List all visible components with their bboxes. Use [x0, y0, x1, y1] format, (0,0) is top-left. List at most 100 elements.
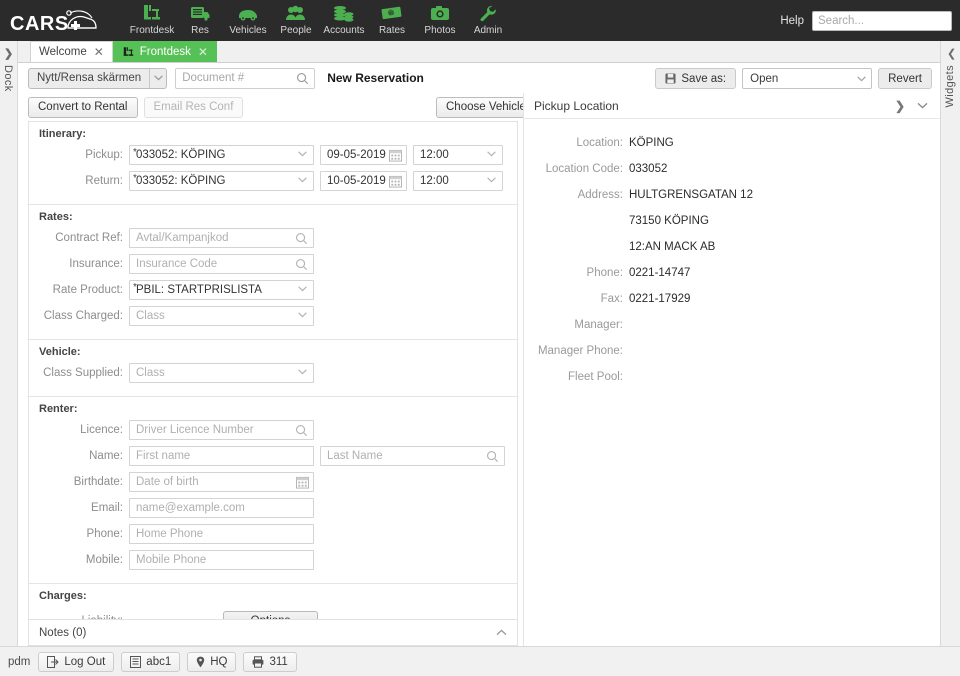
account-button[interactable]: abc1 — [121, 651, 181, 672]
nav-item-people[interactable]: People — [272, 0, 320, 41]
chevron-up-icon[interactable] — [496, 629, 507, 636]
new-clear-screen-button[interactable]: Nytt/Rensa skärmen — [28, 67, 168, 89]
dock-expand-icon[interactable]: ❯ — [4, 47, 13, 60]
content-area: Nytt/Rensa skärmen New Reservation Save … — [18, 63, 940, 646]
info-label: Manager Phone: — [537, 345, 623, 357]
chevron-right-icon[interactable]: ❯ — [895, 99, 905, 113]
save-as-status-select[interactable]: Open — [742, 68, 873, 89]
rate-product-select[interactable]: * PBIL: STARTPRISLISTA — [129, 280, 314, 300]
nav-item-frontdesk[interactable]: Frontdesk — [128, 0, 176, 41]
search-icon[interactable] — [486, 450, 499, 463]
printer-icon — [252, 655, 264, 668]
birthdate-label: Birthdate: — [73, 476, 123, 488]
info-row: Location: KÖPING — [524, 137, 940, 149]
pickup-location-details: Location: KÖPING Location Code: 033052 A… — [524, 119, 940, 383]
mobile-field[interactable]: Mobile Phone — [129, 550, 314, 570]
nav-item-admin[interactable]: Admin — [464, 0, 512, 41]
save-as-status-value: Open — [750, 72, 779, 85]
tab-frontdesk[interactable]: Frontdesk ✕ — [112, 41, 217, 62]
last-name-field[interactable]: Last Name — [320, 446, 505, 466]
widgets-rail[interactable]: ❮ Widgets — [940, 41, 960, 676]
help-link[interactable]: Help — [780, 15, 804, 27]
info-label: Location: — [576, 137, 623, 149]
dock-rail[interactable]: ❯ Dock — [0, 41, 18, 676]
close-icon[interactable]: ✕ — [94, 45, 104, 59]
insurance-field[interactable]: Insurance Code — [129, 254, 314, 274]
save-as-label: Save as: — [681, 72, 727, 85]
pickup-location-select[interactable]: * 033052: KÖPING — [129, 145, 314, 165]
chevron-down-icon — [857, 75, 866, 82]
calendar-icon[interactable] — [296, 476, 309, 489]
info-value: 033052 — [629, 163, 668, 175]
printer-button[interactable]: 311 — [243, 651, 297, 672]
pickup-location-title: Pickup Location — [534, 98, 619, 113]
required-marker: * — [133, 173, 137, 184]
info-label: Fax: — [600, 293, 623, 305]
nav-item-accounts[interactable]: Accounts — [320, 0, 368, 41]
search-icon[interactable] — [295, 424, 308, 437]
pickup-date-field[interactable]: 09-05-2019 — [320, 145, 407, 165]
licence-field[interactable]: Driver Licence Number — [129, 420, 314, 440]
search-icon[interactable] — [295, 258, 308, 271]
info-label: Location Code: — [545, 163, 623, 175]
email-res-conf-button[interactable]: Email Res Conf — [143, 96, 244, 118]
document-search-field[interactable] — [175, 67, 316, 89]
revert-button[interactable]: Revert — [878, 68, 932, 89]
class-supplied-select[interactable]: Class — [129, 363, 314, 383]
save-as-button[interactable]: Save as: — [655, 68, 737, 89]
email-field[interactable]: name@example.com — [129, 498, 314, 518]
car-icon — [236, 2, 260, 24]
tab-welcome[interactable]: Welcome ✕ — [30, 41, 113, 62]
class-charged-select[interactable]: Class — [129, 306, 314, 326]
calendar-icon[interactable] — [389, 149, 402, 162]
printer-label: 311 — [269, 655, 288, 668]
chevron-down-icon[interactable] — [149, 68, 166, 88]
nav-item-res[interactable]: Res — [176, 0, 224, 41]
contract-ref-row: Contract Ref: Avtal/Kampanjkod — [29, 227, 517, 249]
logout-button[interactable]: Log Out — [38, 651, 115, 672]
first-name-field[interactable]: First name — [129, 446, 314, 466]
cars-logo[interactable]: CARS — [0, 0, 110, 41]
pickup-label: Pickup: — [85, 149, 123, 161]
notes-label: Notes (0) — [39, 626, 87, 639]
phone-field[interactable]: Home Phone — [129, 524, 314, 544]
notes-bar[interactable]: Notes (0) — [28, 619, 518, 646]
pickup-time-select[interactable]: 12:00 — [413, 145, 503, 165]
reservation-form-panel: Itinerary: Pickup: * 033052: KÖPING 09-0… — [28, 121, 518, 646]
return-location-select[interactable]: * 033052: KÖPING — [129, 171, 314, 191]
phone-row: Phone: Home Phone — [29, 523, 517, 545]
close-icon[interactable]: ✕ — [198, 45, 208, 59]
convert-to-rental-button[interactable]: Convert to Rental — [28, 96, 138, 118]
logout-icon — [47, 655, 60, 668]
frontdesk-icon — [122, 46, 135, 58]
return-date-value: 10-05-2019 — [327, 175, 386, 187]
widgets-collapse-icon[interactable]: ❮ — [947, 47, 956, 60]
birthdate-field[interactable]: Date of birth — [129, 472, 314, 492]
renter-section: Renter: Licence: Driver Licence Number N… — [29, 397, 517, 584]
choose-vehicle-button[interactable]: Choose Vehicle — [436, 96, 536, 118]
nav-item-photos[interactable]: Photos — [416, 0, 464, 41]
licence-placeholder: Driver Licence Number — [136, 424, 254, 436]
nav-item-rates[interactable]: 99 Rates — [368, 0, 416, 41]
frontdesk-icon — [141, 2, 163, 24]
itinerary-section: Itinerary: Pickup: * 033052: KÖPING 09-0… — [29, 122, 517, 205]
class-charged-placeholder: Class — [136, 310, 165, 322]
return-time-select[interactable]: 12:00 — [413, 171, 503, 191]
rate-product-label: Rate Product: — [52, 284, 123, 296]
renter-title: Renter: — [39, 403, 78, 415]
search-icon[interactable] — [296, 72, 309, 85]
return-date-field[interactable]: 10-05-2019 — [320, 171, 407, 191]
global-search-input[interactable] — [812, 10, 952, 31]
calendar-icon[interactable] — [389, 175, 402, 188]
location-button[interactable]: HQ — [187, 651, 237, 672]
pickup-location-value: 033052: KÖPING — [136, 149, 226, 161]
document-number-input[interactable] — [176, 68, 293, 88]
chevron-down-icon[interactable] — [917, 102, 928, 109]
search-icon[interactable] — [295, 232, 308, 245]
info-value: 0221-17929 — [629, 293, 691, 305]
nav-item-vehicles[interactable]: Vehicles — [224, 0, 272, 41]
contract-ref-field[interactable]: Avtal/Kampanjkod — [129, 228, 314, 248]
mobile-label: Mobile: — [85, 554, 123, 566]
svg-text:CARS: CARS — [10, 13, 69, 35]
info-value: KÖPING — [629, 137, 674, 149]
